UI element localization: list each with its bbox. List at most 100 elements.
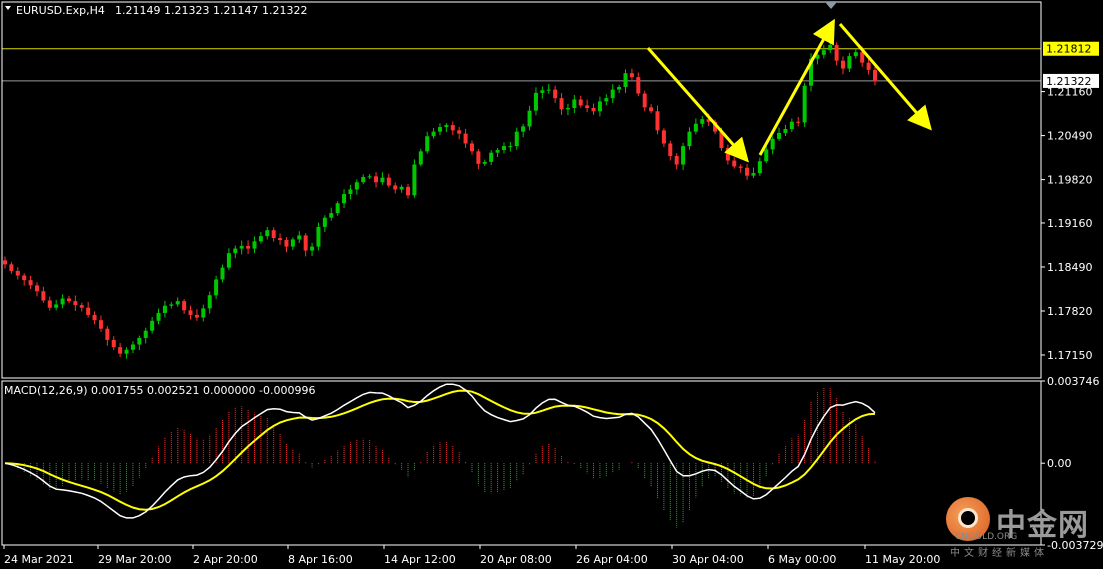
- candle-bull: [130, 344, 135, 350]
- candle-bull: [367, 176, 372, 178]
- time-tick-label: 20 Apr 08:00: [480, 553, 552, 566]
- candle-bull: [777, 132, 782, 139]
- candle-bull: [207, 295, 212, 309]
- candle-bull: [290, 239, 295, 247]
- candle-bear: [866, 62, 871, 70]
- candle-bear: [374, 176, 379, 183]
- high-price-tag: 1.21812: [1046, 43, 1092, 56]
- candle-bull: [316, 226, 321, 247]
- candle-bear: [246, 245, 251, 249]
- trading-chart[interactable]: 1.211601.204901.198201.191601.184901.178…: [0, 0, 1103, 569]
- candle-bear: [3, 260, 7, 265]
- candle-bull: [265, 230, 270, 237]
- candle-bull: [757, 161, 762, 174]
- candle-bear: [725, 148, 730, 161]
- candle-bull: [361, 176, 366, 183]
- candle-bull: [828, 44, 833, 51]
- time-tick-label: 24 Mar 2021: [4, 553, 74, 566]
- candle-bear: [9, 264, 14, 271]
- time-tick-label: 14 Apr 12:00: [384, 553, 456, 566]
- time-tick-label: 2 Apr 20:00: [193, 553, 258, 566]
- time-tick-label: 11 May 20:00: [865, 553, 940, 566]
- candle-bull: [789, 121, 794, 130]
- candle-bear: [636, 77, 641, 94]
- candle-bull: [604, 98, 609, 102]
- candle-bull: [751, 173, 756, 176]
- candle-bear: [642, 93, 647, 108]
- candle-bull: [546, 89, 551, 91]
- candle-bull: [143, 330, 148, 338]
- macd-tick-label: 0.003746: [1047, 375, 1100, 388]
- candle-bull: [847, 56, 852, 69]
- candle-bull: [329, 213, 334, 218]
- time-tick-label: 8 Apr 16:00: [288, 553, 353, 566]
- candle-bear: [463, 133, 468, 144]
- macd-label: MACD(12,26,9) 0.001755 0.002521 0.000000…: [4, 384, 315, 397]
- candle-bear: [591, 108, 596, 112]
- candle-bull: [501, 146, 506, 151]
- macd-pane-frame: [1, 380, 1042, 546]
- candle-bull: [572, 99, 577, 108]
- candle-bear: [585, 105, 590, 108]
- candle-bull: [201, 308, 206, 318]
- price-tick-label: 1.18490: [1047, 261, 1093, 274]
- axes: 1.211601.204901.198201.191601.184901.178…: [1, 1, 1103, 566]
- candle-bull: [438, 127, 442, 132]
- candle-bear: [841, 60, 846, 69]
- candle-bear: [86, 307, 91, 315]
- candle-bull: [310, 246, 315, 251]
- price-tick-label: 1.19820: [1047, 174, 1093, 187]
- candle-bear: [79, 305, 84, 308]
- candle-bull: [764, 149, 769, 162]
- candle-bull: [220, 267, 225, 280]
- macd-pane[interactable]: [4, 383, 876, 528]
- candle-bull: [239, 245, 244, 249]
- candle-bull: [226, 253, 231, 268]
- brand-logo-inner: [958, 508, 978, 528]
- arrow-up: [758, 18, 835, 156]
- candle-bear: [34, 285, 39, 292]
- candle-bear: [649, 107, 654, 112]
- candle-bull: [412, 164, 417, 196]
- candle-bull: [150, 320, 155, 331]
- candle-bull: [175, 301, 180, 305]
- candle-bull: [610, 89, 615, 99]
- candle-bull: [687, 131, 692, 147]
- candle-bull: [258, 236, 263, 242]
- candle-bear: [578, 99, 583, 106]
- price-tick-label: 1.17820: [1047, 305, 1093, 318]
- candle-bear: [271, 230, 276, 239]
- candle-bull: [124, 349, 129, 354]
- candle-bear: [15, 270, 20, 276]
- candle-bull: [348, 189, 353, 195]
- arrow-down-2: [838, 23, 932, 131]
- candle-bull: [54, 304, 59, 308]
- price-pane[interactable]: [2, 42, 1041, 359]
- candle-bear: [22, 275, 27, 281]
- candle-bear: [28, 280, 33, 286]
- candle-bull: [495, 150, 500, 153]
- ohlc-readout: 1.21149 1.21323 1.21147 1.21322: [115, 4, 307, 17]
- candle-bear: [873, 69, 877, 82]
- candle-bull: [162, 305, 167, 313]
- candle-bear: [469, 143, 474, 152]
- candle-bull: [533, 92, 538, 111]
- candle-bear: [629, 73, 634, 78]
- candle-bull: [693, 123, 698, 132]
- candle-bear: [732, 160, 737, 167]
- candle-bear: [668, 143, 673, 156]
- candle-bull: [783, 129, 788, 133]
- candle-bull: [489, 152, 494, 162]
- candle-bull: [700, 119, 705, 124]
- candle-bull: [156, 312, 161, 321]
- candle-bear: [674, 155, 679, 165]
- candle-bull: [681, 146, 686, 165]
- candle-bear: [111, 339, 116, 348]
- candle-bull: [297, 235, 302, 240]
- candle-bull: [444, 125, 449, 128]
- time-tick-label: 29 Mar 20:00: [98, 553, 171, 566]
- candle-bear: [188, 310, 193, 315]
- candle-bear: [745, 167, 750, 176]
- candle-bull: [802, 85, 807, 123]
- candle-bull: [354, 182, 359, 190]
